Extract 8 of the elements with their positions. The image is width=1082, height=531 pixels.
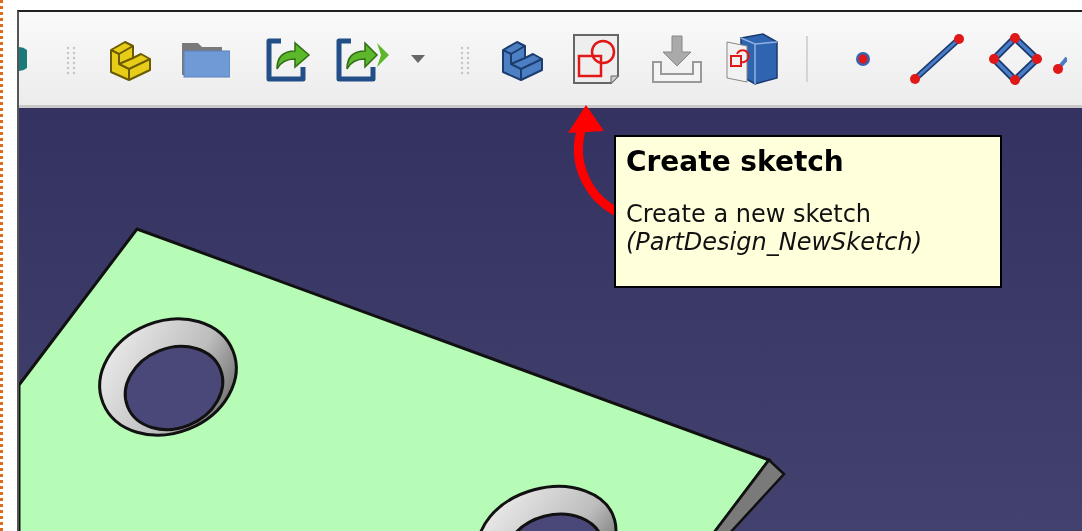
tooltip-description: Create a new sketch: [626, 200, 873, 228]
tooltip-title: Create sketch: [626, 145, 845, 178]
point-icon[interactable]: [854, 50, 871, 67]
line-icon[interactable]: [908, 32, 965, 85]
caret-icon[interactable]: [409, 53, 426, 64]
rectangle-icon[interactable]: [989, 32, 1043, 85]
tooltip-command: (PartDesign_NewSketch): [626, 228, 924, 256]
sketch-icon[interactable]: [570, 31, 621, 86]
